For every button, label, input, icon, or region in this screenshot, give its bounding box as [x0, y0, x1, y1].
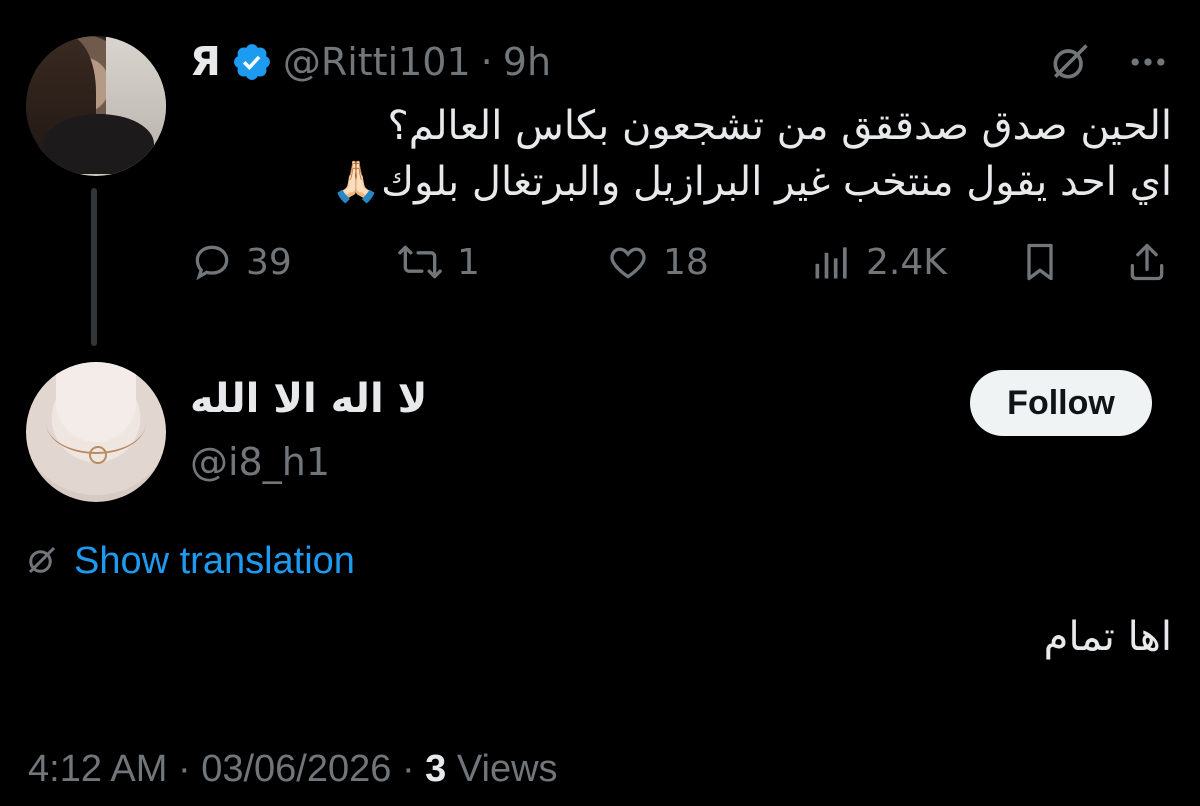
tweet-action-bar: 39 1 18 2.4K — [190, 236, 1175, 288]
tweet-meta-row: 4:12 AM · 03/06/2026 · 3 Views — [28, 748, 558, 791]
avatar-pendant — [89, 446, 107, 464]
views-count: 2.4K — [866, 241, 947, 283]
avatar-necklace — [46, 392, 146, 454]
repost-icon — [395, 240, 445, 284]
reply-display-name[interactable]: لا اله الا الله — [190, 376, 427, 422]
parent-time[interactable]: 9h — [503, 40, 551, 84]
reply-avatar[interactable] — [26, 362, 166, 502]
parent-tweet-header: Я @Ritti101 · 9h — [190, 36, 551, 88]
verified-badge-icon — [231, 41, 273, 83]
share-icon — [1125, 240, 1169, 284]
bookmark-icon — [1018, 240, 1062, 284]
tweet-thread-view: Я @Ritti101 · 9h الحين صدق صدققق من تشجع… — [0, 0, 1200, 806]
meta-time[interactable]: 4:12 AM — [28, 748, 167, 790]
tweet-text-line-1: الحين صدق صدققق من تشجعون بكاس العالم؟ — [387, 103, 1172, 149]
header-separator: · — [480, 40, 493, 84]
heart-icon — [605, 240, 651, 284]
tweet-top-right-icons — [1048, 40, 1170, 88]
reply-text: اها تمام — [1043, 614, 1172, 660]
meta-views-count: 3 — [425, 748, 447, 790]
reply-action[interactable]: 39 — [190, 236, 292, 288]
views-action[interactable]: 2.4K — [810, 236, 947, 288]
parent-display-name[interactable]: Я — [190, 39, 221, 85]
parent-tweet-text: الحين صدق صدققق من تشجعون بكاس العالم؟ ا… — [252, 98, 1172, 210]
like-count: 18 — [663, 241, 709, 283]
more-icon[interactable] — [1126, 40, 1170, 88]
follow-button[interactable]: Follow — [970, 370, 1152, 436]
meta-separator-2: · — [401, 748, 415, 790]
avatar-dog — [44, 114, 154, 174]
tweet-text-line-2: اي احد يقول منتخب غير البرازيل والبرتغال… — [331, 159, 1172, 205]
meta-views-label: Views — [456, 748, 558, 790]
reply-icon — [190, 240, 234, 284]
meta-date[interactable]: 03/06/2026 — [201, 748, 391, 790]
views-icon — [810, 240, 854, 284]
grok-icon[interactable] — [1048, 40, 1092, 88]
reply-count: 39 — [246, 241, 292, 283]
parent-handle[interactable]: @Ritti101 — [283, 40, 471, 84]
thread-connector-line — [91, 188, 97, 346]
share-action[interactable] — [1125, 236, 1169, 288]
bookmark-action[interactable] — [1018, 236, 1062, 288]
translate-icon — [24, 542, 60, 582]
repost-count: 1 — [457, 241, 480, 283]
repost-action[interactable]: 1 — [395, 236, 480, 288]
reply-handle[interactable]: @i8_h1 — [190, 440, 330, 484]
translation-row: Show translation — [24, 540, 355, 583]
like-action[interactable]: 18 — [605, 236, 709, 288]
show-translation-link[interactable]: Show translation — [74, 540, 355, 583]
parent-avatar[interactable] — [26, 36, 166, 176]
meta-separator-1: · — [177, 748, 191, 790]
